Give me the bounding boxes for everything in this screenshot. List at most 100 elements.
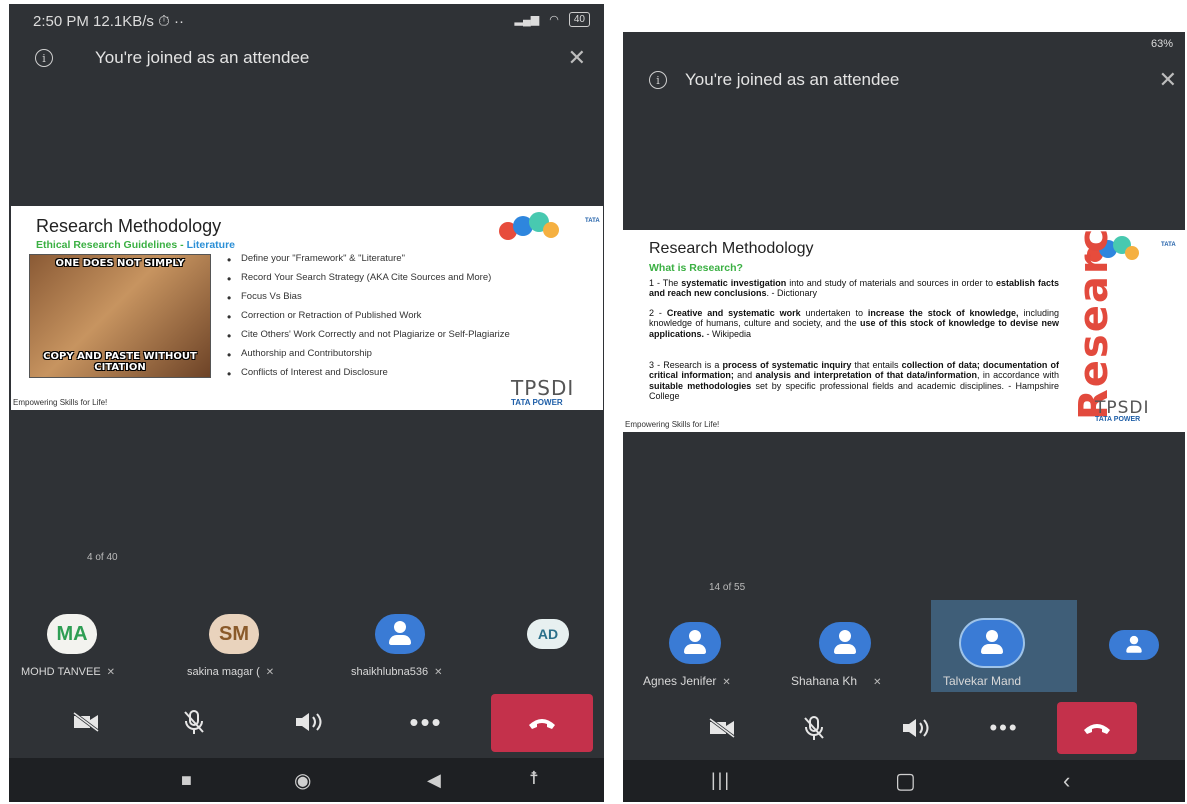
bullet-item: Focus Vs Bias [227,291,577,304]
tpsdi-logo: TPSDI [1095,398,1150,418]
paragraph-3: 3 - Research is a process of systematic … [649,360,1060,402]
avatar[interactable] [961,620,1023,666]
signal-icon: ▂▄▆ [514,14,540,26]
research-word-art: Research [1071,230,1117,420]
paragraph-1: 1 - The systematic investigation into an… [649,278,1059,299]
status-bar: 2:50 PM 12.1KB/s ⏱ ·· ▂▄▆ ◠ 40 [9,4,604,40]
bullet-item: Cite Others' Work Correctly and not Plag… [227,329,577,342]
person-icon [383,617,417,651]
mic-off-icon[interactable] [169,702,219,742]
participant-name: Agnes Jenifer ✕ [643,674,731,688]
tata-power-logo: TATA POWER [1095,416,1141,423]
banner-text: You're joined as an attendee [685,70,900,89]
info-icon: i [35,49,53,67]
slide-counter: 14 of 55 [709,582,746,593]
camera-off-icon[interactable] [61,702,111,742]
subtitle-literature: Literature [186,239,236,251]
recent-apps-icon[interactable]: ||| [711,770,731,791]
info-icon: i [649,71,667,89]
mic-off-icon: ✕ [106,667,116,678]
avatar-initials: AD [537,626,559,642]
slide-subtitle: What is Research? [649,262,743,274]
phone-screenshot-left: 2:50 PM 12.1KB/s ⏱ ·· ▂▄▆ ◠ 40 i You're … [9,4,604,802]
mic-off-icon[interactable] [789,708,839,748]
android-nav-bar: ■ ◉ ◀ ☨ [9,758,604,802]
call-controls: ••• [623,698,1185,758]
avatar-initials: MA [56,622,88,645]
tpsdi-logo: TPSDI [511,376,575,400]
participant-name: sakina magar (✕ [187,666,275,678]
mic-off-icon: ✕ [722,677,731,688]
camera-off-icon[interactable] [697,708,747,748]
avatar[interactable] [1109,630,1159,660]
hang-up-button[interactable] [1057,702,1137,754]
alarm-icon: ⏱ ·· [158,13,184,30]
avatar-initials: SM [219,622,249,645]
subtitle-guidelines: Ethical Research Guidelines [36,239,178,251]
home-icon[interactable]: ▢ [895,768,916,794]
mic-off-icon: ✕ [434,667,443,678]
tata-dots-logo [499,212,579,242]
subtitle-separator: - [177,239,187,251]
mic-off-icon: ✕ [265,667,275,678]
person-icon [678,626,712,660]
android-nav-bar: ||| ▢ ‹ [623,760,1185,802]
slide-counter: 4 of 40 [87,552,118,563]
shared-slide: Research Methodology Ethical Research Gu… [11,206,603,410]
bullet-item: Correction or Retraction of Published Wo… [227,310,577,323]
status-speed: 12.1KB/s [93,13,154,30]
banner-text: You're joined as an attendee [95,48,310,67]
participant-strip: Agnes Jenifer ✕ Shahana Kh ✕ Talvekar Mand [623,620,1185,692]
participant-name: Shahana Kh ✕ [791,674,882,688]
phone-hangup-icon [1084,724,1110,734]
participant-strip: MA SM AD MOHD TANVEE ✕ sakina magar (✕ sh… [9,614,604,684]
bullet-item: Authorship and Contributorship [227,348,577,361]
meme-image: ONE DOES NOT SIMPLY COPY AND PASTE WITHO… [29,254,211,378]
avatar[interactable]: MA [47,614,97,654]
participant-name: MOHD TANVEE ✕ [21,666,116,678]
back-icon[interactable]: ‹ [1063,768,1070,794]
participant-name: Talvekar Mand [943,674,1022,688]
avatar[interactable]: SM [209,614,259,654]
slide-footer: Empowering Skills for Life! [13,398,108,407]
phone-screenshot-right: 63% i You're joined as an attendee ✕ Res… [623,32,1185,802]
close-icon[interactable]: ✕ [568,45,586,71]
bullet-item: Define your "Framework" & "Literature" [227,253,577,266]
paragraph-2: 2 - Creative and systematic work underta… [649,308,1059,339]
status-time: 2:50 PM [33,13,89,30]
slide-title: Research Methodology [649,240,814,257]
more-options-icon[interactable]: ••• [979,708,1029,748]
close-icon[interactable]: ✕ [1159,67,1177,93]
person-icon [975,626,1009,660]
avatar[interactable] [375,614,425,654]
more-options-icon[interactable]: ••• [401,702,451,742]
speaker-icon[interactable] [284,702,334,742]
wifi-icon: ◠ [549,14,559,26]
slide-subtitle: Ethical Research Guidelines - Literature [36,239,235,251]
tata-mark: TATA [1161,242,1176,248]
avatar[interactable]: AD [527,619,569,649]
person-icon [1122,633,1146,657]
back-icon[interactable]: ◀ [427,770,441,791]
home-icon[interactable]: ◉ [294,768,311,793]
battery-indicator: 40 [568,12,590,27]
tata-power-logo: TATA POWER [511,398,563,407]
avatar[interactable] [669,622,721,664]
mic-off-icon: ✕ [873,677,882,688]
accessibility-icon[interactable]: ☨ [529,768,539,789]
participant-name: shaikhlubna536 ✕ [351,666,443,678]
hang-up-button[interactable] [491,694,593,752]
speaker-icon[interactable] [891,708,941,748]
tata-mark: TATA [585,218,600,224]
meme-top-text: ONE DOES NOT SIMPLY [55,258,185,269]
shared-slide: Research Methodology What is Research? 1… [623,230,1185,432]
attendee-banner: i You're joined as an attendee ✕ [9,38,604,78]
person-icon [828,626,862,660]
slide-footer: Empowering Skills for Life! [625,420,720,429]
recent-apps-icon[interactable]: ■ [181,770,192,791]
attendee-banner: i You're joined as an attendee ✕ [623,60,1185,100]
slide-bullets: Define your "Framework" & "Literature" R… [227,253,577,386]
avatar[interactable] [819,622,871,664]
battery-percent: 63% [1150,38,1173,50]
bullet-item: Record Your Search Strategy (AKA Cite So… [227,272,577,285]
